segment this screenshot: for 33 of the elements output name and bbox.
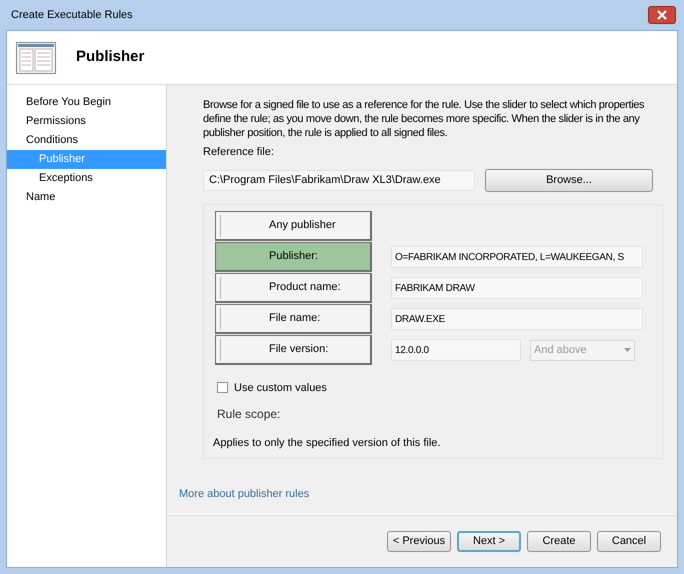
sidebar-item[interactable]: Permissions: [7, 112, 166, 131]
custom-values-label: Use custom values: [234, 380, 327, 396]
wizard-button[interactable]: Cancel: [597, 531, 661, 552]
browse-button[interactable]: Browse...: [485, 168, 653, 192]
slider-position[interactable]: Publisher:: [215, 242, 372, 272]
slider-position[interactable]: File version:: [215, 335, 372, 365]
wizard-button[interactable]: < Previous: [387, 531, 451, 552]
description-text: Browse for a signed file to use as a reference for the rule. Use the slider to select which properties define the rule; as you move down, the rule becomes more specific. When the slider is in the any publisher position, the rule is applied to all signed files.: [203, 98, 646, 140]
reference-file-label: Reference file:: [203, 145, 275, 160]
dialog-icon: [16, 42, 56, 74]
rule-scope-label: Rule scope:: [217, 406, 282, 423]
window-title: Create Executable Rules: [11, 8, 133, 23]
sidebar-item[interactable]: Name: [7, 188, 166, 207]
close-button[interactable]: [648, 6, 676, 24]
page-title: Publisher: [76, 47, 144, 68]
wizard-button[interactable]: Create: [527, 531, 591, 552]
slider-position[interactable]: Any publisher: [215, 211, 372, 241]
sidebar-item[interactable]: Exceptions: [7, 169, 166, 188]
property-value-field[interactable]: O=FABRIKAM INCORPORATED, L=WAUKEEGAN, S: [391, 246, 643, 268]
close-icon: [657, 10, 667, 20]
sidebar-item[interactable]: Before You Begin: [7, 93, 166, 112]
slider-position[interactable]: File name:: [215, 304, 372, 334]
property-value-field[interactable]: FABRIKAM DRAW: [391, 277, 643, 299]
rule-scope-text: Applies to only the specified version of this file.: [213, 436, 442, 451]
property-value-field[interactable]: DRAW.EXE: [391, 308, 643, 330]
reference-file-field[interactable]: C:\Program Files\Fabrikam\Draw XL3\Draw.exe: [203, 170, 475, 190]
sidebar-item[interactable]: Conditions: [7, 131, 166, 150]
custom-values-checkbox[interactable]: [217, 382, 228, 394]
slider-position[interactable]: Product name:: [215, 273, 372, 303]
publisher-rules-link[interactable]: More about publisher rules: [179, 486, 663, 502]
property-value-field[interactable]: 12.0.0.0: [391, 339, 521, 361]
wizard-button[interactable]: Next >: [457, 531, 521, 552]
caret-icon: [624, 348, 631, 352]
